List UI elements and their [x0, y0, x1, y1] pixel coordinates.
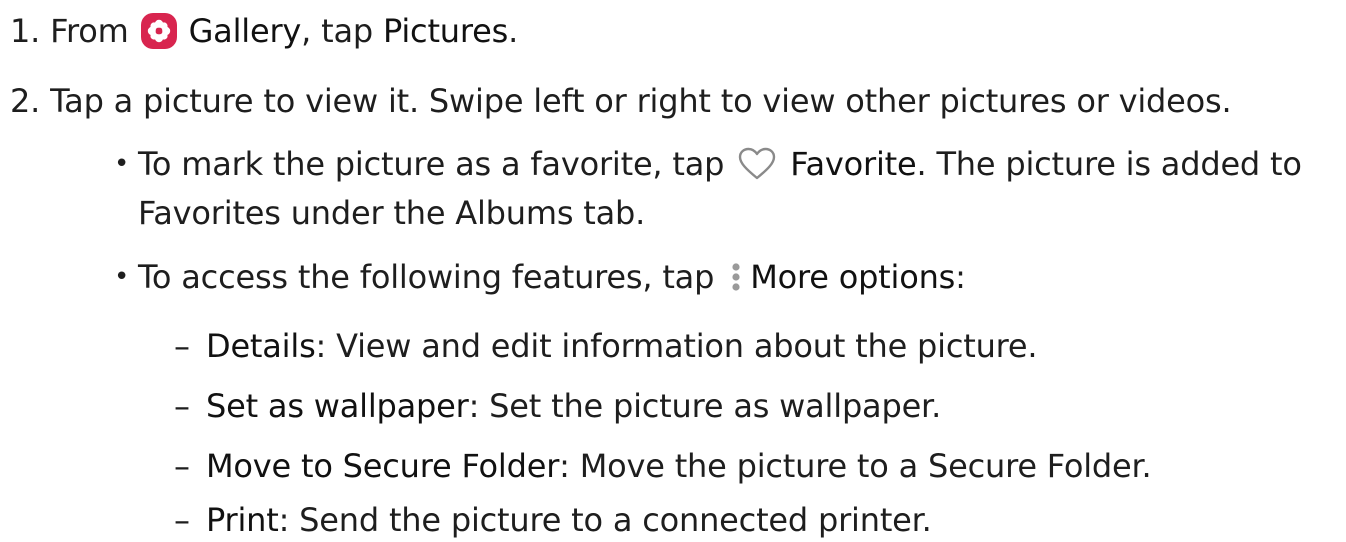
dash-marker: – [174, 387, 190, 425]
gallery-icon [140, 13, 177, 49]
step-1-prefix: From [50, 12, 129, 50]
bullet-favorite-line-2: Favorites under the Albums tab. [138, 194, 646, 232]
dash-marker: – [174, 327, 190, 365]
option-details: Details: View and edit information about… [206, 326, 1038, 366]
bullet-favorite-suffix: . The picture is added to [916, 145, 1302, 183]
option-desc: : Move the picture to a Secure Folder. [559, 447, 1152, 485]
step-1-suffix: . [508, 12, 519, 50]
option-term: Print [206, 501, 279, 539]
option-term: Details [206, 327, 316, 365]
option-term: Move to Secure Folder [206, 447, 560, 485]
heart-icon [738, 147, 776, 181]
option-move-to-secure-folder: Move to Secure Folder: Move the picture … [206, 446, 1152, 486]
gallery-app-label: Gallery [188, 12, 302, 50]
option-term: Set as wallpaper [206, 387, 469, 425]
bullet-more-suffix: : [955, 258, 966, 296]
bullet-favorite-prefix: To mark the picture as a favorite, tap [138, 145, 725, 183]
pictures-tab-label: Pictures [382, 12, 509, 50]
step-number: 1. [10, 12, 41, 50]
favorite-action-label: Favorite [790, 145, 917, 183]
option-desc: : Set the picture as wallpaper. [468, 387, 942, 425]
dash-marker: – [174, 447, 190, 485]
step-1-middle: , tap [301, 12, 373, 50]
option-print: Print: Send the picture to a connected p… [206, 500, 932, 540]
option-set-as-wallpaper: Set as wallpaper: Set the picture as wal… [206, 386, 941, 426]
option-desc: : Send the picture to a connected printe… [278, 501, 932, 539]
option-desc: : View and edit information about the pi… [315, 327, 1038, 365]
more-options-icon [730, 261, 742, 293]
step-1: 1. From Gallery, tap Pictures. [10, 11, 518, 51]
bullet-more-prefix: To access the following features, tap [138, 258, 715, 296]
step-2-text: Tap a picture to view it. Swipe left or … [50, 82, 1232, 120]
step-2: 2. Tap a picture to view it. Swipe left … [10, 81, 1232, 121]
step-number: 2. [10, 82, 41, 120]
bullet-favorite: To mark the picture as a favorite, tap F… [112, 144, 1302, 184]
more-options-label: More options [750, 258, 956, 296]
dash-marker: – [174, 501, 190, 539]
bullet-more-options: To access the following features, tap Mo… [112, 257, 966, 297]
